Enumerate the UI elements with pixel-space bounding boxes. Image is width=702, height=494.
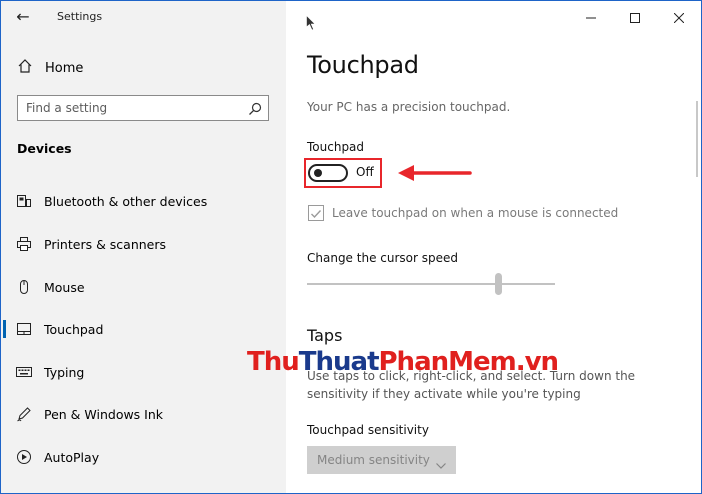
cursor-speed-slider[interactable] (307, 283, 555, 285)
search-icon[interactable] (248, 101, 262, 120)
arrow-left-icon (396, 163, 472, 187)
sidebar-item-label: Mouse (44, 279, 85, 295)
section-title: Devices (17, 141, 72, 156)
home-label: Home (45, 60, 84, 76)
sidebar-item-printers[interactable]: Printers & scanners (1, 227, 286, 261)
mouse-icon (16, 279, 32, 295)
sidebar-item-typing[interactable]: Typing (1, 355, 286, 389)
sidebar-item-label: AutoPlay (44, 449, 100, 465)
autoplay-icon (16, 449, 32, 465)
minimize-icon (586, 8, 596, 27)
pen-icon (16, 406, 32, 422)
sidebar-item-bluetooth[interactable]: Bluetooth & other devices (1, 184, 286, 218)
main-pane: Touchpad Your PC has a precision touchpa… (247, 1, 701, 493)
minimize-button[interactable] (569, 1, 613, 33)
page-title: Touchpad (307, 51, 419, 79)
touchpad-toggle-label: Touchpad (307, 140, 365, 154)
home-icon (17, 58, 33, 78)
sidebar-item-label: Touchpad (44, 321, 104, 337)
printer-icon (16, 236, 32, 252)
search-input[interactable] (26, 100, 246, 116)
window-controls (569, 1, 701, 33)
touchpad-description: Your PC has a precision touchpad. (307, 100, 511, 114)
sidebar-item-label: Pen & Windows Ink (44, 406, 164, 422)
sidebar-item-touchpad[interactable]: Touchpad (1, 312, 286, 346)
sidebar-item-label: Typing (44, 364, 85, 380)
keyboard-icon (16, 364, 32, 380)
checkmark-icon (311, 210, 322, 219)
sidebar-item-label: Printers & scanners (44, 236, 167, 252)
back-button[interactable]: ← (11, 7, 35, 27)
cursor-speed-slider-thumb[interactable] (495, 273, 502, 295)
toggle-state-text: Off (356, 165, 374, 179)
maximize-button[interactable] (613, 1, 657, 33)
settings-window: ← Settings Home Devices Bluetooth & othe… (0, 0, 702, 494)
touchpad-icon (16, 321, 32, 337)
mouse-pointer-icon (306, 14, 316, 35)
app-title: Settings (57, 10, 103, 23)
leave-touchpad-on-checkbox[interactable] (308, 205, 324, 221)
search-box[interactable] (17, 95, 269, 121)
close-button[interactable] (657, 1, 701, 33)
sidebar-item-autoplay[interactable]: AutoPlay (1, 440, 286, 474)
taps-section-title: Taps (307, 326, 343, 345)
touchpad-sensitivity-dropdown[interactable]: Medium sensitivity (307, 446, 456, 474)
home-nav-item[interactable]: Home (17, 58, 83, 78)
sidebar-item-pen[interactable]: Pen & Windows Ink (1, 397, 286, 431)
cursor-speed-label: Change the cursor speed (307, 251, 458, 265)
chevron-down-icon (436, 455, 446, 474)
sensitivity-selected-value: Medium sensitivity (317, 453, 430, 467)
toggle-knob (314, 169, 322, 177)
maximize-icon (630, 8, 640, 27)
sidebar: ← Settings Home Devices Bluetooth & othe… (1, 1, 286, 493)
vertical-scrollbar[interactable] (696, 101, 698, 177)
sidebar-item-mouse[interactable]: Mouse (1, 270, 286, 304)
back-arrow-icon: ← (16, 7, 30, 26)
touchpad-sensitivity-label: Touchpad sensitivity (307, 423, 429, 437)
watermark-logo: ThuThuatPhanMem.vn (247, 347, 559, 377)
title-bar: ← Settings (1, 1, 286, 33)
bluetooth-devices-icon (16, 193, 32, 209)
sidebar-item-label: Bluetooth & other devices (44, 193, 208, 209)
close-icon (673, 8, 685, 27)
leave-touchpad-on-label: Leave touchpad on when a mouse is connec… (332, 206, 619, 220)
touchpad-toggle[interactable] (308, 164, 348, 182)
